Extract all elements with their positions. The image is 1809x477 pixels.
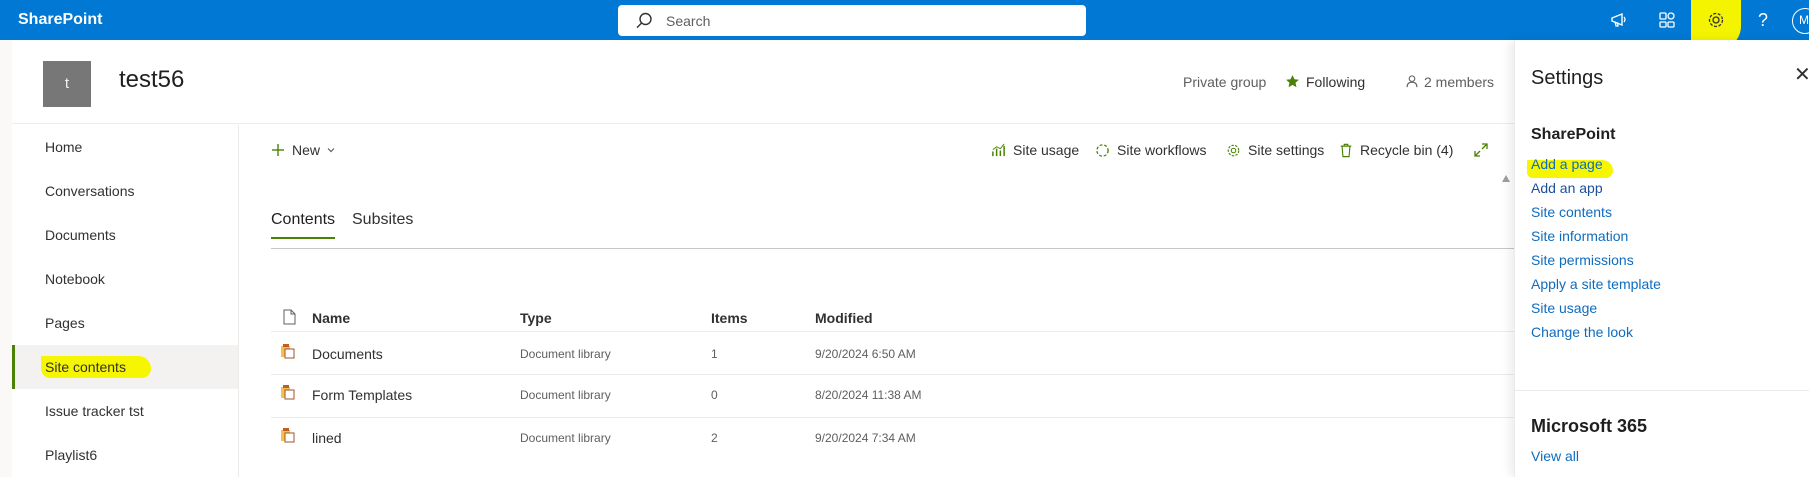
help-button[interactable]: ?	[1739, 0, 1787, 40]
privacy-label: Private group	[1183, 74, 1267, 90]
nav-item-issue-tracker[interactable]: Issue tracker tst	[12, 389, 238, 433]
panel-section-m365: Microsoft 365	[1531, 416, 1648, 436]
link-site-usage[interactable]: Site usage	[1531, 300, 1597, 316]
left-gutter	[0, 40, 12, 477]
nav-item-playlist[interactable]: Playlist6	[12, 433, 238, 477]
link-apply-site-template[interactable]: Apply a site template	[1531, 276, 1661, 292]
column-header-type[interactable]: Type	[520, 310, 552, 326]
site-header: t test56 Private group Following 2 membe…	[12, 40, 1514, 124]
library-icon	[281, 344, 295, 359]
search-box[interactable]: Search	[618, 5, 1086, 36]
app-launcher-title[interactable]: SharePoint	[18, 11, 102, 29]
new-button[interactable]: New	[271, 139, 343, 161]
link-view-all[interactable]: View all	[1531, 448, 1579, 464]
site-workflows-button[interactable]: Site workflows	[1095, 139, 1206, 161]
row-modified: 9/20/2024 7:34 AM	[815, 431, 916, 445]
nav-item-conversations[interactable]: Conversations	[12, 169, 238, 213]
row-modified: 8/20/2024 11:38 AM	[815, 388, 922, 402]
row-items: 0	[711, 388, 718, 402]
gear-icon	[1708, 12, 1724, 28]
column-header-items[interactable]: Items	[711, 310, 748, 326]
library-icon	[281, 385, 295, 400]
panel-section-sharepoint: SharePoint	[1531, 126, 1616, 143]
link-site-permissions[interactable]: Site permissions	[1531, 252, 1634, 268]
tab-divider	[271, 248, 1704, 249]
link-site-information[interactable]: Site information	[1531, 228, 1628, 244]
link-site-contents[interactable]: Site contents	[1531, 204, 1612, 220]
main-content: New Site usage Site workflows Site setti…	[240, 125, 1704, 477]
chevron-down-icon	[327, 148, 335, 153]
row-items: 1	[711, 347, 718, 361]
row-items: 2	[711, 431, 718, 445]
nav-item-documents[interactable]: Documents	[12, 213, 238, 257]
following-label: Following	[1306, 74, 1366, 90]
row-name[interactable]: Documents	[312, 346, 383, 362]
nav-item-home[interactable]: Home	[12, 125, 238, 169]
link-add-app[interactable]: Add an app	[1531, 180, 1603, 196]
megaphone-icon	[1611, 12, 1626, 27]
link-change-look[interactable]: Change the look	[1531, 324, 1633, 340]
site-settings-button[interactable]: Site settings	[1226, 139, 1324, 161]
announcement-button[interactable]	[1595, 0, 1643, 40]
expand-icon	[1474, 143, 1488, 157]
avatar[interactable]: M	[1792, 8, 1809, 34]
nav-item-pages[interactable]: Pages	[12, 301, 238, 345]
workflow-icon	[1096, 143, 1109, 157]
settings-panel: Settings ✕ SharePoint Add a page Add an …	[1514, 40, 1809, 477]
members-button[interactable]: 2 members	[1405, 74, 1494, 90]
left-navigation: Home Conversations Documents Notebook Pa…	[12, 125, 239, 477]
suite-bar: SharePoint Search ? M	[0, 0, 1809, 50]
connections-icon	[1659, 12, 1675, 28]
site-usage-button[interactable]: Site usage	[991, 139, 1079, 161]
row-modified: 9/20/2024 6:50 AM	[815, 347, 916, 361]
nav-item-notebook[interactable]: Notebook	[12, 257, 238, 301]
row-type: Document library	[520, 347, 611, 361]
active-tab-indicator	[271, 237, 335, 239]
site-logo[interactable]: t	[43, 61, 91, 107]
row-type: Document library	[520, 431, 611, 445]
tab-contents[interactable]: Contents	[271, 211, 335, 229]
row-name[interactable]: Form Templates	[312, 387, 412, 403]
members-label: 2 members	[1424, 74, 1495, 90]
tab-subsites[interactable]: Subsites	[352, 211, 413, 229]
table-row[interactable]: Documents Document library 1 9/20/2024 6…	[271, 331, 1704, 374]
gear-icon	[1227, 144, 1240, 156]
row-name[interactable]: lined	[312, 430, 342, 446]
column-header-modified[interactable]: Modified	[815, 310, 873, 326]
expand-button[interactable]	[1474, 139, 1495, 161]
plus-icon	[272, 144, 284, 156]
panel-title: Settings	[1531, 67, 1604, 89]
person-icon	[1406, 75, 1418, 88]
nav-item-site-contents[interactable]: Site contents	[12, 345, 238, 389]
table-row[interactable]: lined Document library 2 9/20/2024 7:34 …	[271, 417, 1704, 460]
search-icon	[636, 12, 652, 29]
site-title[interactable]: test56	[119, 66, 184, 94]
close-icon[interactable]: ✕	[1794, 62, 1809, 87]
column-header-name[interactable]: Name	[312, 310, 350, 326]
library-icon	[281, 428, 295, 443]
row-type: Document library	[520, 388, 611, 402]
file-type-icon	[283, 309, 296, 325]
link-add-page[interactable]: Add a page	[1531, 156, 1603, 172]
search-placeholder: Search	[666, 13, 711, 29]
trash-icon	[1340, 143, 1352, 157]
following-button[interactable]: Following	[1285, 74, 1365, 90]
scroll-up-arrow[interactable]	[1502, 175, 1510, 182]
recycle-bin-button[interactable]: Recycle bin (4)	[1339, 139, 1453, 161]
panel-divider	[1515, 390, 1809, 391]
star-icon	[1286, 75, 1299, 88]
chart-icon	[992, 143, 1005, 156]
table-row[interactable]: Form Templates Document library 0 8/20/2…	[271, 374, 1704, 417]
connections-button[interactable]	[1643, 0, 1691, 40]
help-icon: ?	[1757, 9, 1768, 30]
